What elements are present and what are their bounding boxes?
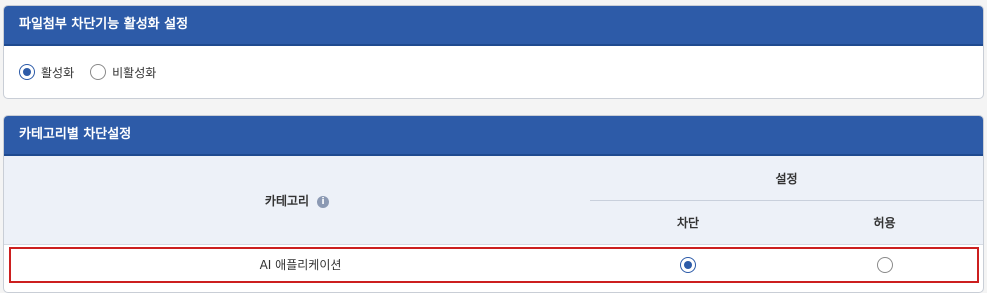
activate-label[interactable]: 활성화 xyxy=(41,64,74,81)
info-icon[interactable]: i xyxy=(317,196,330,208)
deactivate-radio[interactable] xyxy=(90,64,107,80)
category-name-cell: AI 애플리케이션 xyxy=(259,258,342,272)
category-column-header: 카테고리 i xyxy=(4,192,590,209)
file-attach-block-title: 파일첨부 차단기능 활성화 설정 xyxy=(4,6,983,46)
activate-radio[interactable] xyxy=(19,64,35,80)
allow-cell xyxy=(786,249,983,281)
allow-radio[interactable] xyxy=(876,257,893,273)
setting-column-header: 설정 xyxy=(775,172,798,186)
allow-column-header: 허용 xyxy=(873,216,896,230)
file-attach-block-panel: 파일첨부 차단기능 활성화 설정 활성화 비활성화 xyxy=(3,5,984,99)
category-header-label: 카테고리 xyxy=(264,194,310,208)
category-table-header: 카테고리 i 설정 차단 허용 xyxy=(4,156,983,245)
deactivate-label[interactable]: 비활성화 xyxy=(112,64,156,81)
category-block-title: 카테고리별 차단설정 xyxy=(4,116,983,156)
block-column-header: 차단 xyxy=(676,216,700,230)
block-cell xyxy=(590,249,786,281)
block-radio[interactable] xyxy=(680,257,696,273)
category-block-panel: 카테고리별 차단설정 카테고리 i 설정 차단 허용 AI 애플리케이션 xyxy=(3,115,984,293)
activation-radio-group: 활성화 비활성화 xyxy=(4,46,983,98)
table-row: AI 애플리케이션 xyxy=(9,247,979,283)
header-divider xyxy=(590,200,983,201)
